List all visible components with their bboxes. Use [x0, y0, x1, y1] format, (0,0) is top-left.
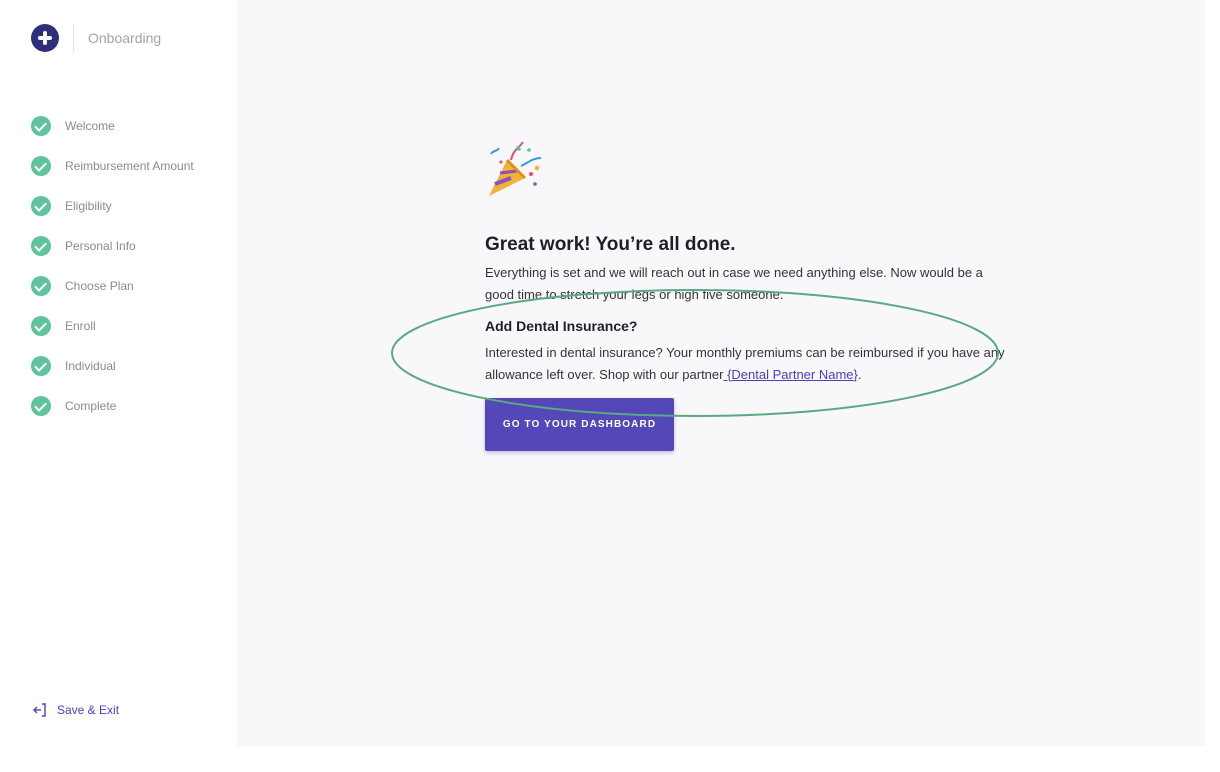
completion-headline: Great work! You’re all done. [485, 234, 736, 255]
completion-content: Great work! You’re all done. Everything … [485, 140, 1005, 451]
check-circle-icon [31, 116, 51, 136]
go-to-dashboard-button[interactable]: GO TO YOUR DASHBOARD [485, 398, 674, 451]
save-exit-label: Save & Exit [57, 703, 120, 717]
step-item-choose-plan[interactable]: Choose Plan [31, 266, 194, 306]
app-root: Onboarding Welcome Reimbursement Amount … [0, 0, 1220, 772]
step-list: Welcome Reimbursement Amount Eligibility… [31, 106, 194, 426]
main-panel: Great work! You’re all done. Everything … [237, 0, 1205, 746]
dental-description: Interested in dental insurance? Your mon… [485, 342, 1005, 386]
step-label: Individual [65, 359, 116, 373]
step-item-welcome[interactable]: Welcome [31, 106, 194, 146]
step-item-personal-info[interactable]: Personal Info [31, 226, 194, 266]
step-label: Choose Plan [65, 279, 134, 293]
check-circle-icon [31, 196, 51, 216]
exit-arrow-icon [33, 703, 46, 717]
dental-suffix: . [857, 367, 862, 382]
dental-heading: Add Dental Insurance? [485, 318, 638, 334]
step-label: Personal Info [65, 239, 136, 253]
step-item-complete[interactable]: Complete [31, 386, 194, 426]
dental-partner-link[interactable]: {Dental Partner Name} [723, 367, 858, 382]
check-circle-icon [31, 156, 51, 176]
check-circle-icon [31, 316, 51, 336]
completion-message: Everything is set and we will reach out … [485, 265, 983, 302]
brand-header: Onboarding [31, 24, 161, 52]
step-item-enroll[interactable]: Enroll [31, 306, 194, 346]
step-label: Reimbursement Amount [65, 159, 194, 173]
save-exit-button[interactable]: Save & Exit [33, 702, 119, 718]
step-item-eligibility[interactable]: Eligibility [31, 186, 194, 226]
plus-circle-icon[interactable] [31, 24, 59, 52]
party-popper-icon [489, 141, 542, 196]
brand-divider [73, 24, 74, 52]
step-label: Complete [65, 399, 117, 413]
step-label: Welcome [65, 119, 115, 133]
step-item-reimbursement-amount[interactable]: Reimbursement Amount [31, 146, 194, 186]
sidebar: Onboarding Welcome Reimbursement Amount … [0, 0, 237, 772]
step-label: Eligibility [65, 199, 112, 213]
check-circle-icon [31, 276, 51, 296]
check-circle-icon [31, 356, 51, 376]
check-circle-icon [31, 236, 51, 256]
brand-title: Onboarding [88, 30, 162, 46]
check-circle-icon [31, 396, 51, 416]
step-label: Enroll [65, 319, 96, 333]
step-item-individual[interactable]: Individual [31, 346, 194, 386]
